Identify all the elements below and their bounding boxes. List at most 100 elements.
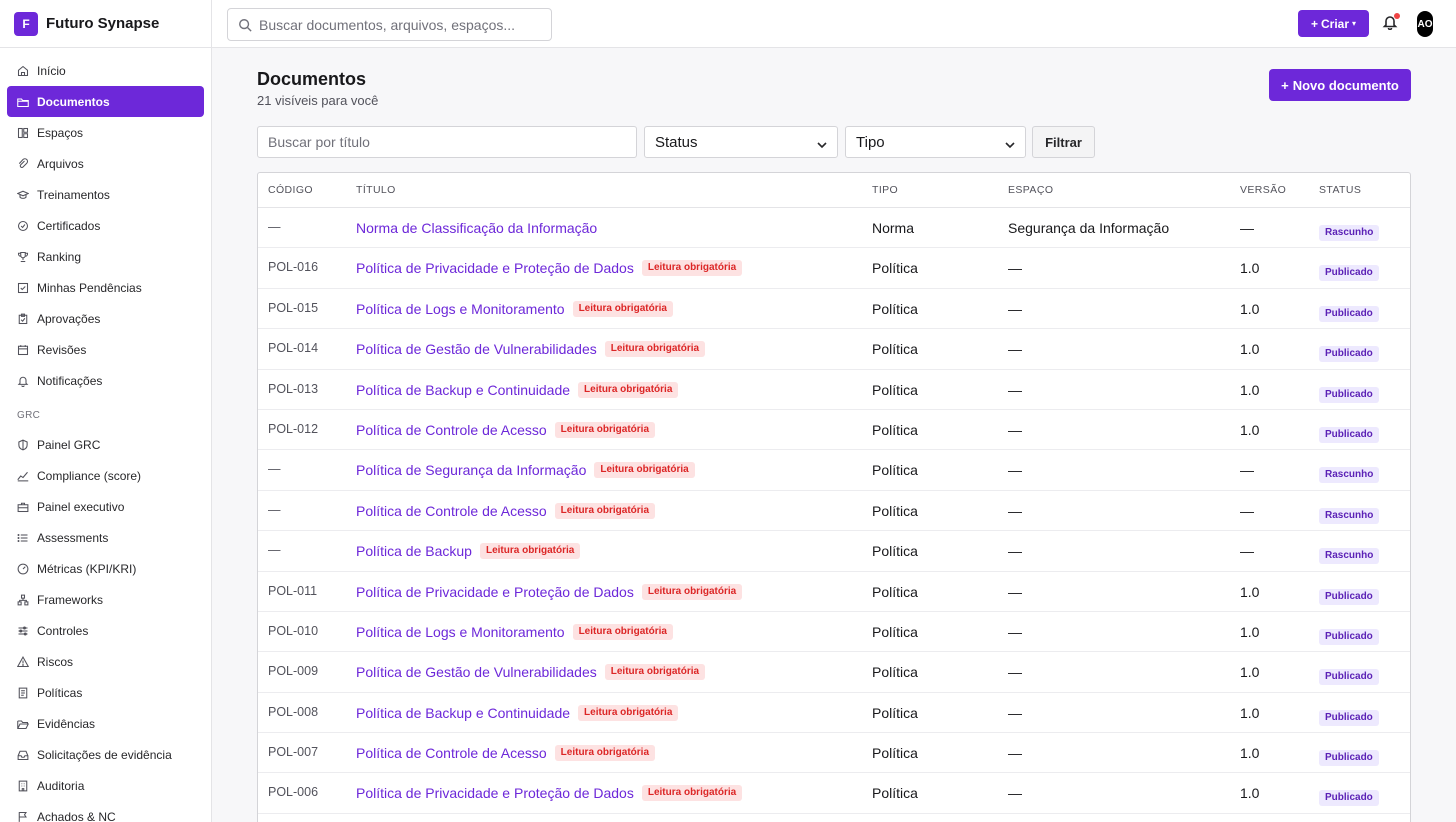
plus-icon: +	[1281, 77, 1289, 93]
cell-version: —	[1240, 543, 1254, 560]
table-row[interactable]: — Política de Controle de Acesso Leitura o…	[258, 491, 1410, 532]
document-title-link[interactable]: Norma de Classificação da Informação	[356, 220, 597, 236]
document-title-link[interactable]: Política de Privacidade e Proteção de Da…	[356, 785, 634, 801]
sidebar-item-assessments[interactable]: Assessments	[7, 522, 204, 553]
shield-icon	[17, 439, 29, 451]
document-title-link[interactable]: Política de Logs e Monitoramento	[356, 301, 565, 317]
notifications-button[interactable]	[1382, 13, 1400, 32]
cell-type: Política	[872, 583, 918, 600]
table-row[interactable]: — Política de Backup Leitura obrigatória Po…	[258, 531, 1410, 572]
column-header-space[interactable]: ESPAÇO	[1008, 184, 1053, 196]
table-row[interactable]: POL-012 Política de Controle de Acesso Lei…	[258, 410, 1410, 451]
cell-version: —	[1240, 502, 1254, 519]
sidebar-item-frameworks[interactable]: Frameworks	[7, 584, 204, 615]
document-title-link[interactable]: Política de Backup	[356, 543, 472, 559]
sidebar-item-metricas-kpi-kri[interactable]: Métricas (KPI/KRI)	[7, 553, 204, 584]
filter-button[interactable]: Filtrar	[1032, 126, 1095, 158]
sidebar-item-label: Notificações	[37, 373, 103, 388]
column-header-code[interactable]: CÓDIGO	[268, 184, 313, 196]
table-row[interactable]: — Política de Segurança da Informação Leit…	[258, 450, 1410, 491]
tipo-select[interactable]: Tipo	[845, 126, 1026, 158]
table-row[interactable]: — Norma de Classificação da Informação Nor…	[258, 208, 1410, 249]
sidebar-item-painel-executivo[interactable]: Painel executivo	[7, 491, 204, 522]
cell-space: —	[1008, 341, 1022, 358]
document-title-link[interactable]: Política de Controle de Acesso	[356, 503, 547, 519]
column-header-status[interactable]: STATUS	[1319, 184, 1361, 196]
sidebar-item-ranking[interactable]: Ranking	[7, 241, 204, 272]
title-search-input[interactable]	[257, 126, 637, 158]
cell-title: Política de Controle de Acesso Leitura ob…	[356, 745, 656, 762]
table-row[interactable]: POL-009 Política de Gestão de Vulnerabili…	[258, 652, 1410, 693]
column-header-title[interactable]: TÍTULO	[356, 184, 396, 196]
cell-code: POL-007	[268, 745, 319, 760]
brand[interactable]: F Futuro Synapse	[0, 0, 211, 48]
table-row[interactable]: POL-008 Política de Backup e Continuidade…	[258, 693, 1410, 734]
table-row[interactable]: POL-006 Política de Privacidade e Proteçã…	[258, 773, 1410, 814]
document-title-link[interactable]: Política de Gestão de Vulnerabilidades	[356, 664, 597, 680]
status-badge: Publicado	[1319, 750, 1379, 767]
sidebar-item-label: Riscos	[37, 654, 74, 669]
sidebar-item-aprovacoes[interactable]: Aprovações	[7, 303, 204, 334]
document-title-link[interactable]: Política de Privacidade e Proteção de Da…	[356, 584, 634, 600]
cell-type: Política	[872, 462, 918, 479]
sidebar-item-treinamentos[interactable]: Treinamentos	[7, 179, 204, 210]
sidebar-item-painel-grc[interactable]: Painel GRC	[7, 429, 204, 460]
sidebar-item-politicas[interactable]: Políticas	[7, 677, 204, 708]
document-title-link[interactable]: Política de Segurança da Informação	[356, 462, 586, 478]
document-title-link[interactable]: Política de Logs e Monitoramento	[356, 624, 565, 640]
avatar[interactable]: AO	[1417, 11, 1433, 37]
sidebar-item-evidencias[interactable]: Evidências	[7, 708, 204, 739]
sidebar-item-label: Certificados	[37, 218, 101, 233]
tipo-select-value: Tipo	[856, 133, 885, 151]
document-title-link[interactable]: Política de Backup e Continuidade	[356, 705, 570, 721]
document-title-link[interactable]: Política de Backup e Continuidade	[356, 382, 570, 398]
cell-version: 1.0	[1240, 583, 1260, 600]
chevron-down-icon	[817, 137, 827, 149]
sidebar-item-arquivos[interactable]: Arquivos	[7, 148, 204, 179]
sidebar-item-espacos[interactable]: Espaços	[7, 117, 204, 148]
document-title-link[interactable]: Política de Controle de Acesso	[356, 422, 547, 438]
paperclip-icon	[17, 157, 29, 170]
sidebar-item-certificados[interactable]: Certificados	[7, 210, 204, 241]
table-row[interactable]: POL-007 Política de Controle de Acesso Lei…	[258, 733, 1410, 774]
table-row[interactable]: POL-013 Política de Backup e Continuidade…	[258, 370, 1410, 410]
status-select[interactable]: Status	[644, 126, 838, 158]
table-row[interactable]: POL-011 Política de Privacidade e Proteçã…	[258, 572, 1410, 612]
sidebar-item-documentos[interactable]: Documentos	[7, 86, 204, 117]
table-row[interactable]: POL-016 Política de Privacidade e Proteçã…	[258, 248, 1410, 289]
sidebar-item-revisoes[interactable]: Revisões	[7, 334, 204, 365]
cell-version: 1.0	[1240, 341, 1260, 358]
sidebar-item-compliance-score[interactable]: Compliance (score)	[7, 460, 204, 491]
status-badge: Publicado	[1319, 669, 1379, 686]
sidebar-item-inicio[interactable]: Início	[7, 55, 204, 86]
sidebar-item-label: Painel executivo	[37, 499, 125, 514]
global-search-input[interactable]: Buscar documentos, arquivos, espaços...	[227, 8, 552, 41]
sidebar-item-riscos[interactable]: Riscos	[7, 646, 204, 677]
new-document-button[interactable]: + Novo documento	[1269, 69, 1411, 101]
table-row[interactable]: POL-010 Política de Logs e Monitoramento L…	[258, 612, 1410, 653]
document-title-link[interactable]: Política de Controle de Acesso	[356, 745, 547, 761]
table-row[interactable]: POL-014 Política de Gestão de Vulnerabili…	[258, 329, 1410, 370]
column-header-type[interactable]: TIPO	[872, 184, 898, 196]
cell-status: Publicado	[1319, 424, 1379, 443]
column-header-version[interactable]: VERSÃO	[1240, 184, 1286, 196]
sidebar-item-controles[interactable]: Controles	[7, 615, 204, 646]
document-title-link[interactable]: Política de Gestão de Vulnerabilidades	[356, 341, 597, 357]
required-reading-badge: Leitura obrigatória	[604, 341, 706, 358]
cell-space: —	[1008, 704, 1022, 721]
sidebar-item-notificacoes[interactable]: Notificações	[7, 365, 204, 396]
create-button[interactable]: + Criar ▾	[1298, 10, 1369, 37]
sidebar-item-solicitacoes-de-evidencia[interactable]: Solicitações de evidência	[7, 739, 204, 770]
table-row[interactable]: POL-015 Política de Logs e Monitoramento L…	[258, 289, 1410, 330]
status-badge: Publicado	[1319, 790, 1379, 807]
sidebar-item-auditoria[interactable]: Auditoria	[7, 770, 204, 801]
warning-icon	[17, 655, 29, 668]
sidebar-item-minhas-pendencias[interactable]: Minhas Pendências	[7, 272, 204, 303]
status-badge: Publicado	[1319, 588, 1379, 605]
topbar: Buscar documentos, arquivos, espaços... …	[212, 0, 1456, 48]
document-icon	[17, 687, 29, 699]
brand-name: Futuro Synapse	[46, 15, 160, 32]
cell-type: Política	[872, 502, 918, 519]
document-title-link[interactable]: Política de Privacidade e Proteção de Da…	[356, 260, 634, 276]
sidebar-item-achados-nc[interactable]: Achados & NC	[7, 801, 204, 822]
